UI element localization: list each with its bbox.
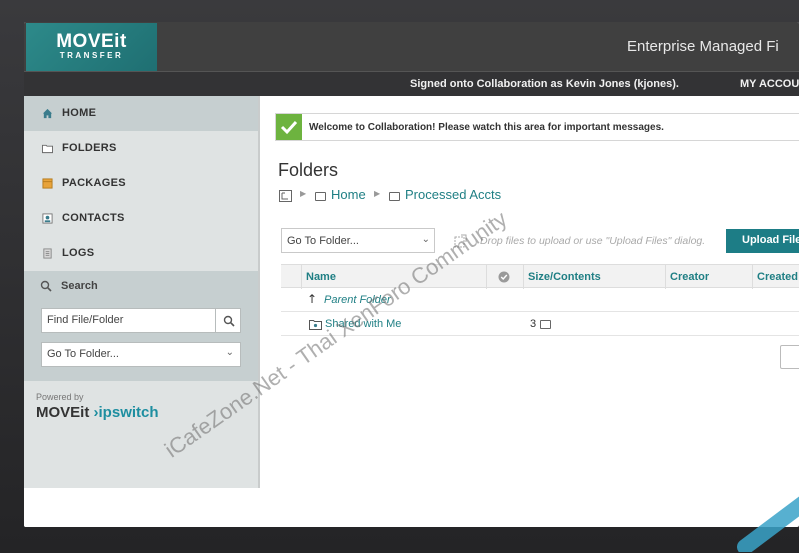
- column-header-name[interactable]: Name: [306, 271, 336, 283]
- search-area: Find File/Folder Go To Folder... ⌄: [24, 301, 258, 381]
- upload-files-button[interactable]: Upload File: [726, 229, 799, 253]
- page-title: Folders: [278, 160, 339, 180]
- folder-icon: [315, 192, 326, 201]
- chevron-down-icon: ⌄: [421, 234, 430, 245]
- message-area: Welcome to Collaboration! Please watch t…: [275, 113, 799, 141]
- find-file-folder-input[interactable]: Find File/Folder: [41, 308, 216, 333]
- folder-icon: [389, 192, 400, 201]
- column-divider: [665, 265, 666, 289]
- breadcrumb-home[interactable]: Home: [331, 187, 366, 202]
- sidebar-item-label: PACKAGES: [62, 177, 126, 189]
- goto-folder-value: Go To Folder...: [287, 235, 359, 247]
- breadcrumb-separator-icon: ▶: [300, 189, 307, 198]
- sidebar-item-folders[interactable]: FOLDERS: [24, 131, 258, 166]
- goto-folder-select-main[interactable]: Go To Folder... ⌄: [281, 228, 435, 253]
- table-header: Name Size/Contents Creator Created: [281, 264, 799, 289]
- column-divider: [523, 265, 524, 289]
- chevron-down-icon: ⌄: [225, 347, 234, 358]
- sidebar: HOME FOLDERS PACKAGES CONTACTS LOGS Sear…: [24, 96, 260, 488]
- sidebar-item-label: FOLDERS: [62, 142, 117, 154]
- contacts-icon: [42, 213, 53, 224]
- logs-icon: [43, 248, 52, 259]
- watermark-logo: [737, 496, 799, 552]
- top-bar: MOVEit TRANSFER Enterprise Managed Fi: [24, 22, 799, 71]
- sidebar-item-label: LOGS: [62, 247, 95, 259]
- folder-tree-icon[interactable]: [279, 190, 292, 202]
- status-check-icon[interactable]: [498, 271, 510, 283]
- folder-count: 3: [530, 318, 537, 330]
- column-header-size[interactable]: Size/Contents: [528, 271, 601, 283]
- sidebar-item-contacts[interactable]: CONTACTS: [24, 201, 258, 236]
- brand-moveit: MOVEit: [36, 404, 90, 421]
- search-icon: [223, 315, 235, 327]
- find-search-button[interactable]: [215, 308, 241, 333]
- brand-arrow-icon: ›: [89, 404, 99, 421]
- column-header-created[interactable]: Created: [757, 271, 798, 283]
- goto-folder-select[interactable]: Go To Folder... ⌄: [41, 342, 241, 367]
- sidebar-footer-space: [24, 488, 260, 527]
- user-bar: Signed onto Collaboration as Kevin Jones…: [24, 71, 799, 96]
- app-title: Enterprise Managed Fi: [627, 38, 779, 55]
- breadcrumb-separator-icon: ▶: [374, 189, 381, 198]
- logo-line1: MOVEit: [56, 31, 127, 52]
- sidebar-item-logs[interactable]: LOGS: [24, 236, 258, 271]
- folder-icon: [540, 320, 551, 329]
- search-section-header: Search: [24, 271, 258, 301]
- sidebar-item-label: HOME: [62, 107, 97, 119]
- column-divider: [301, 265, 302, 289]
- brand-ipswitch: ipswitch: [98, 404, 159, 421]
- ipswitch-logo: MOVEit ›ipswitch: [36, 404, 159, 421]
- powered-by-label: Powered by: [36, 392, 84, 402]
- signed-in-text: Signed onto Collaboration as Kevin Jones…: [410, 78, 679, 90]
- breadcrumb-processed-accts[interactable]: Processed Accts: [405, 187, 501, 202]
- home-icon: [42, 108, 53, 119]
- sidebar-item-label: CONTACTS: [62, 212, 125, 224]
- column-divider: [752, 265, 753, 289]
- search-label: Search: [61, 280, 98, 292]
- search-icon: [40, 280, 52, 292]
- column-divider: [486, 265, 487, 289]
- up-arrow-icon: ↑: [307, 292, 318, 306]
- package-icon: [42, 178, 53, 189]
- moveit-logo[interactable]: MOVEit TRANSFER: [26, 23, 157, 71]
- my-account-link[interactable]: MY ACCOU: [740, 78, 799, 90]
- welcome-message: Welcome to Collaboration! Please watch t…: [309, 122, 664, 133]
- sidebar-item-packages[interactable]: PACKAGES: [24, 166, 258, 201]
- checkmark-icon: [276, 114, 302, 140]
- goto-folder-value: Go To Folder...: [47, 348, 119, 360]
- drop-files-text: Drop files to upload or use "Upload File…: [480, 235, 706, 247]
- folder-icon: [42, 144, 53, 154]
- column-header-creator[interactable]: Creator: [670, 271, 709, 283]
- logo-line2: TRANSFER: [59, 51, 124, 60]
- sidebar-item-home[interactable]: HOME: [24, 96, 258, 131]
- action-button[interactable]: [780, 345, 799, 369]
